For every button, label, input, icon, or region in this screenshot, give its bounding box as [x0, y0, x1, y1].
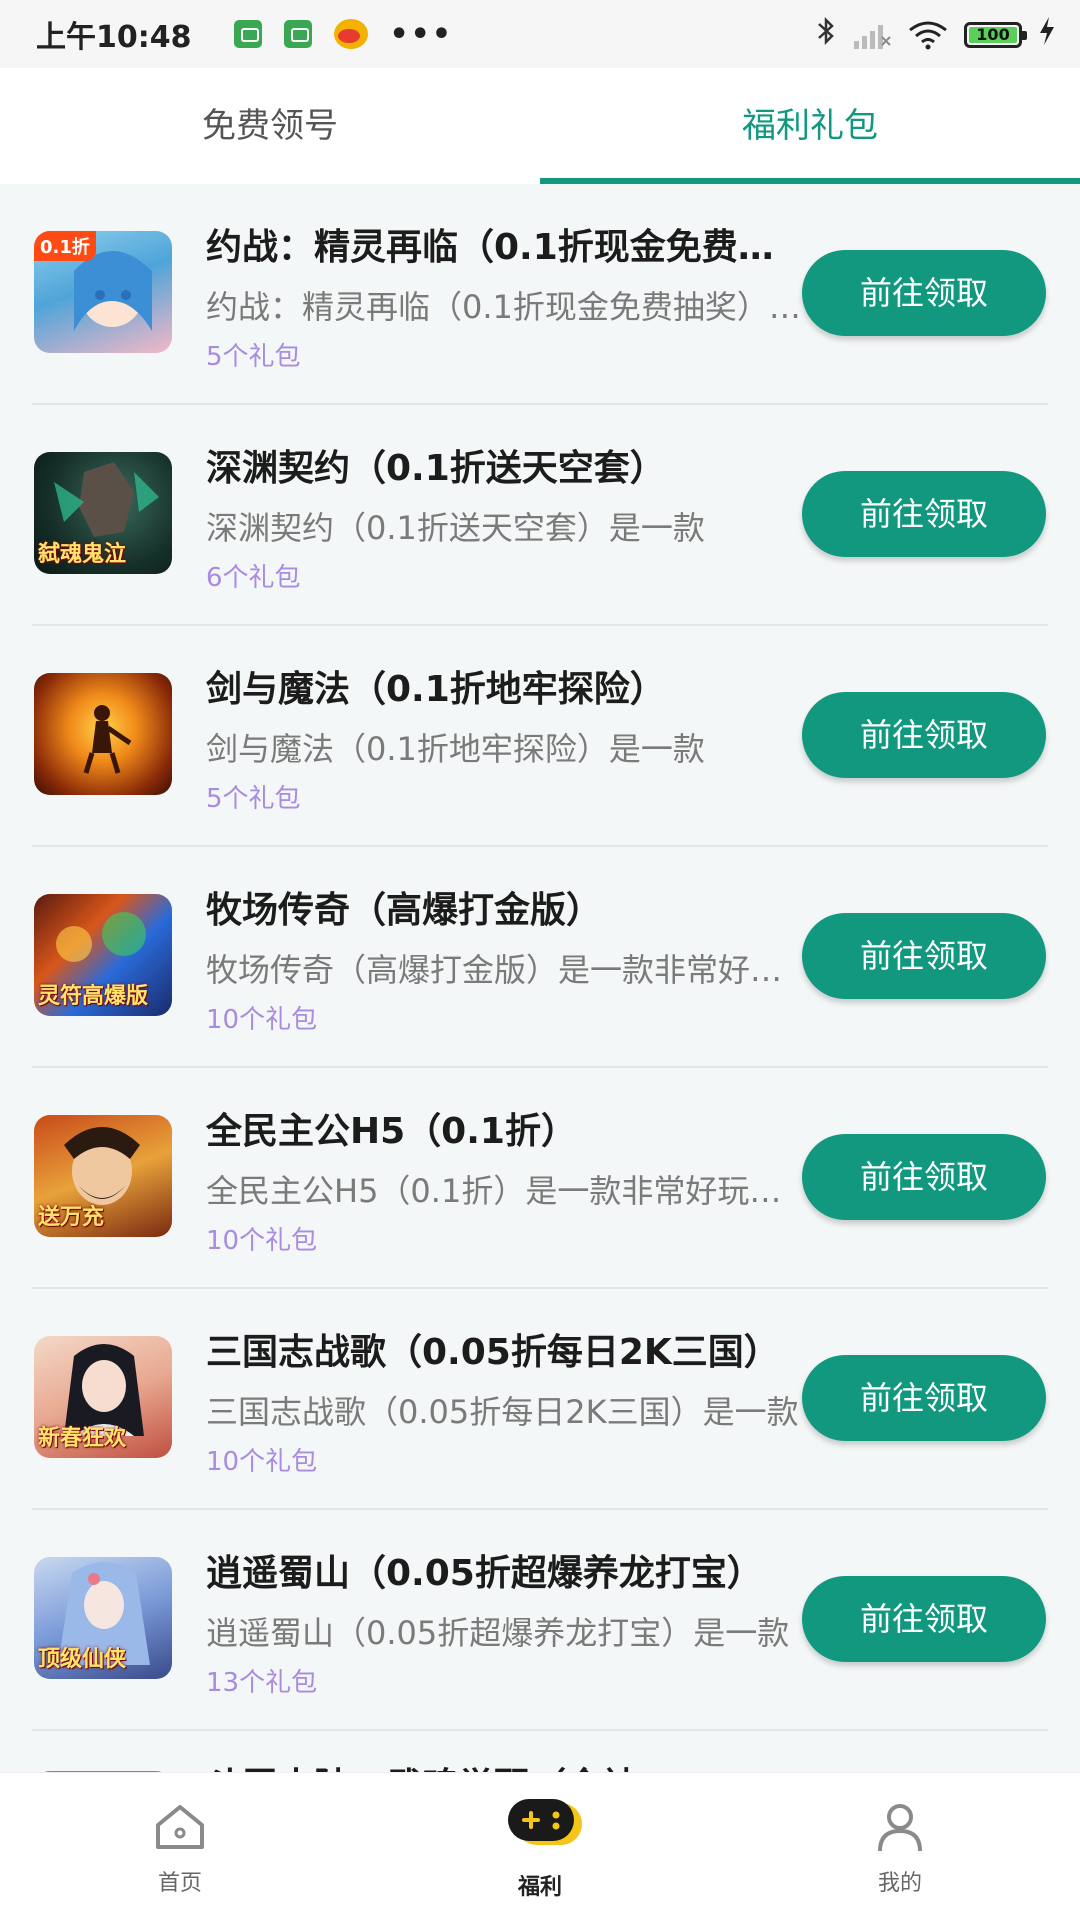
gift-count: 6个礼包 [206, 563, 301, 593]
list-item[interactable]: 顶级仙侠 逍遥蜀山（0.05折超爆养龙打宝） 逍遥蜀山（0.05折超爆养龙打宝）… [32, 1510, 1048, 1731]
claim-button[interactable]: 前往领取 [802, 1576, 1046, 1662]
weibo-notification-icon [333, 19, 368, 49]
gift-count: 10个礼包 [206, 1447, 318, 1477]
home-icon [154, 1803, 206, 1855]
game-thumbnail [34, 673, 172, 795]
game-title: 三国志战歌（0.05折每日2K三国） [206, 1332, 780, 1373]
gift-pack-list: 0.1折 约战：精灵再临（0.1折现金免费抽奖） 约战：精灵再临（0.1折现金免… [0, 184, 1080, 1811]
game-thumbnail: 0.1折 [34, 231, 172, 353]
gift-count: 10个礼包 [206, 1226, 318, 1256]
game-thumbnail: 弑魂鬼泣 [34, 452, 172, 574]
game-thumbnail: 顶级仙侠 [34, 1557, 172, 1679]
claim-button[interactable]: 前往领取 [802, 913, 1046, 999]
game-title: 逍遥蜀山（0.05折超爆养龙打宝） [206, 1553, 763, 1594]
signal-icon [852, 21, 892, 49]
list-item[interactable]: 弑魂鬼泣 深渊契约（0.1折送天空套） 深渊契约（0.1折送天空套）是一款 6个… [32, 405, 1048, 626]
claim-button[interactable]: 前往领取 [802, 692, 1046, 778]
nav-home[interactable]: 首页 [0, 1773, 360, 1921]
notification-icons: ••• [212, 17, 454, 52]
game-title: 全民主公H5（0.1折） [206, 1111, 577, 1152]
gift-count: 13个礼包 [206, 1668, 318, 1698]
nav-label: 福利 [517, 1875, 562, 1900]
game-thumbnail: 新春狂欢 [34, 1336, 172, 1458]
gamepad-icon [506, 1797, 586, 1855]
game-description: 三国志战歌（0.05折每日2K三国）是一款 [206, 1393, 799, 1431]
app-notification-icon [233, 20, 262, 48]
battery-icon: 100 [964, 21, 1027, 48]
list-item[interactable]: 送万充 全民主公H5（0.1折） 全民主公H5（0.1折）是一款非常好玩的游戏 … [32, 1068, 1048, 1289]
nav-label: 我的 [877, 1871, 922, 1896]
game-title: 牧场传奇（高爆打金版） [206, 890, 603, 931]
discount-badge: 0.1折 [34, 231, 96, 261]
tab-bar: 免费领号 福利礼包 [0, 68, 1080, 184]
tab-gift-packs[interactable]: 福利礼包 [540, 68, 1080, 184]
claim-button[interactable]: 前往领取 [802, 1134, 1046, 1220]
game-description: 约战：精灵再临（0.1折现金免费抽奖）是一款 [206, 288, 806, 326]
thumbnail-caption: 顶级仙侠 [38, 1647, 127, 1672]
game-title: 剑与魔法（0.1折地牢探险） [206, 669, 666, 710]
thumbnail-caption: 弑魂鬼泣 [38, 542, 127, 567]
system-status: 100 [816, 16, 1056, 53]
nav-mine[interactable]: 我的 [720, 1773, 1080, 1921]
more-notifications-icon: ••• [389, 16, 454, 52]
nav-welfare[interactable]: 福利 [360, 1773, 720, 1921]
thumbnail-caption: 送万充 [38, 1205, 105, 1230]
thumbnail-caption: 新春狂欢 [38, 1426, 127, 1451]
gift-count: 5个礼包 [206, 342, 301, 372]
app-notification-icon [283, 20, 312, 48]
claim-button[interactable]: 前往领取 [802, 471, 1046, 557]
list-item[interactable]: 新春狂欢 三国志战歌（0.05折每日2K三国） 三国志战歌（0.05折每日2K三… [32, 1289, 1048, 1510]
claim-button[interactable]: 前往领取 [802, 1355, 1046, 1441]
gift-count: 5个礼包 [206, 784, 301, 814]
list-item[interactable]: 剑与魔法（0.1折地牢探险） 剑与魔法（0.1折地牢探险）是一款 5个礼包 前往… [32, 626, 1048, 847]
game-description: 深渊契约（0.1折送天空套）是一款 [206, 509, 705, 547]
charging-icon [1038, 17, 1056, 52]
game-description: 逍遥蜀山（0.05折超爆养龙打宝）是一款 [206, 1614, 790, 1652]
status-time: 上午10:48 [36, 20, 192, 55]
list-item[interactable]: 0.1折 约战：精灵再临（0.1折现金免费抽奖） 约战：精灵再临（0.1折现金免… [32, 184, 1048, 405]
claim-button[interactable]: 前往领取 [802, 250, 1046, 336]
list-item[interactable]: 灵符高爆版 牧场传奇（高爆打金版） 牧场传奇（高爆打金版）是一款非常好玩的游戏 … [32, 847, 1048, 1068]
game-title: 深渊契约（0.1折送天空套） [206, 448, 666, 489]
nav-label: 首页 [157, 1871, 202, 1896]
user-icon [876, 1801, 924, 1857]
game-title: 约战：精灵再临（0.1折现金免费抽奖） [206, 227, 806, 268]
game-description: 全民主公H5（0.1折）是一款非常好玩的游戏 [206, 1172, 806, 1210]
game-description: 剑与魔法（0.1折地牢探险）是一款 [206, 730, 705, 768]
game-thumbnail: 灵符高爆版 [34, 894, 172, 1016]
bottom-navigation: 首页 福利 我的 [0, 1772, 1080, 1921]
game-description: 牧场传奇（高爆打金版）是一款非常好玩的游戏 [206, 951, 806, 989]
game-thumbnail: 送万充 [34, 1115, 172, 1237]
thumbnail-caption: 灵符高爆版 [38, 984, 149, 1009]
gift-count: 10个礼包 [206, 1005, 318, 1035]
bluetooth-icon [816, 16, 836, 53]
tab-free-accounts[interactable]: 免费领号 [0, 68, 540, 184]
battery-level: 100 [969, 26, 1017, 43]
wifi-icon [908, 20, 948, 50]
status-bar: 上午10:48 ••• 100 [0, 0, 1080, 68]
